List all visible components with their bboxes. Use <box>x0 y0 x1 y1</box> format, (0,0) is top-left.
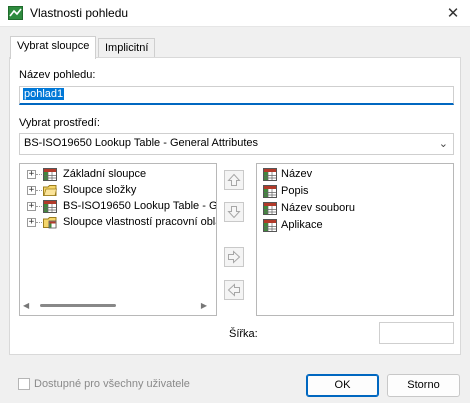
table-icon <box>263 202 277 215</box>
all-users-checkbox[interactable] <box>18 378 30 390</box>
view-name-value: pohlad1 <box>23 88 65 100</box>
cancel-button[interactable]: Storno <box>387 374 460 397</box>
tree-item-label: Sloupce složky <box>63 184 137 196</box>
arrow-left-icon <box>227 283 240 297</box>
move-up-button[interactable] <box>224 170 244 190</box>
app-icon <box>8 6 23 20</box>
ok-button[interactable]: OK <box>306 374 379 397</box>
available-columns-tree[interactable]: + Základní sloupce + Sloupce složky + BS… <box>19 163 217 316</box>
arrow-up-icon <box>227 173 241 186</box>
tab-implicitni[interactable]: Implicitní <box>98 38 156 59</box>
scrollbar-thumb[interactable] <box>40 304 116 307</box>
table-icon <box>43 168 57 181</box>
table-icon <box>263 168 277 181</box>
arrow-right-icon <box>228 250 241 264</box>
tab-vybrat-sloupce[interactable]: Vybrat sloupce <box>10 36 97 59</box>
all-users-label: Dostupné pro všechny uživatele <box>34 378 190 390</box>
folder-properties-icon <box>43 217 57 229</box>
table-icon <box>263 185 277 198</box>
environment-label: Vybrat prostředí: <box>19 117 100 129</box>
list-item-label: Popis <box>281 185 309 197</box>
folder-icon <box>43 185 57 196</box>
scroll-right-icon[interactable]: ▶ <box>201 301 207 310</box>
environment-select[interactable]: BS-ISO19650 Lookup Table - General Attri… <box>19 133 454 155</box>
list-item-label: Název souboru <box>281 202 355 214</box>
table-icon <box>263 219 277 232</box>
move-down-button[interactable] <box>224 202 244 222</box>
view-name-input[interactable]: pohlad1 <box>19 86 454 105</box>
environment-value: BS-ISO19650 Lookup Table - General Attri… <box>24 137 258 149</box>
expand-icon[interactable]: + <box>27 218 36 227</box>
expand-icon[interactable]: + <box>27 202 36 211</box>
expand-icon[interactable]: + <box>27 186 36 195</box>
scroll-left-icon[interactable]: ◀ <box>23 301 29 310</box>
view-name-label: Název pohledu: <box>19 69 96 81</box>
width-input[interactable] <box>379 322 454 344</box>
list-item-label: Název <box>281 168 313 180</box>
chevron-down-icon: ⌄ <box>438 137 448 150</box>
arrow-down-icon <box>227 206 241 219</box>
tree-item-label: Sloupce vlastností pracovní obla <box>63 216 217 228</box>
remove-column-button[interactable] <box>224 280 244 300</box>
close-icon[interactable]: ✕ <box>436 0 470 27</box>
add-column-button[interactable] <box>224 247 244 267</box>
tree-item-label: BS-ISO19650 Lookup Table - Ge <box>63 200 217 212</box>
title-bar: Vlastnosti pohledu ✕ <box>0 0 470 27</box>
selected-columns-list[interactable]: Název Popis Název souboru Aplikace <box>256 163 454 316</box>
horizontal-scrollbar[interactable]: ◀ ▶ <box>20 299 210 313</box>
width-label: Šířka: <box>229 328 258 340</box>
tree-item-label: Základní sloupce <box>63 168 147 180</box>
table-icon <box>43 200 57 213</box>
expand-icon[interactable]: + <box>27 170 36 179</box>
list-item-label: Aplikace <box>281 219 323 231</box>
window-title: Vlastnosti pohledu <box>30 6 129 20</box>
